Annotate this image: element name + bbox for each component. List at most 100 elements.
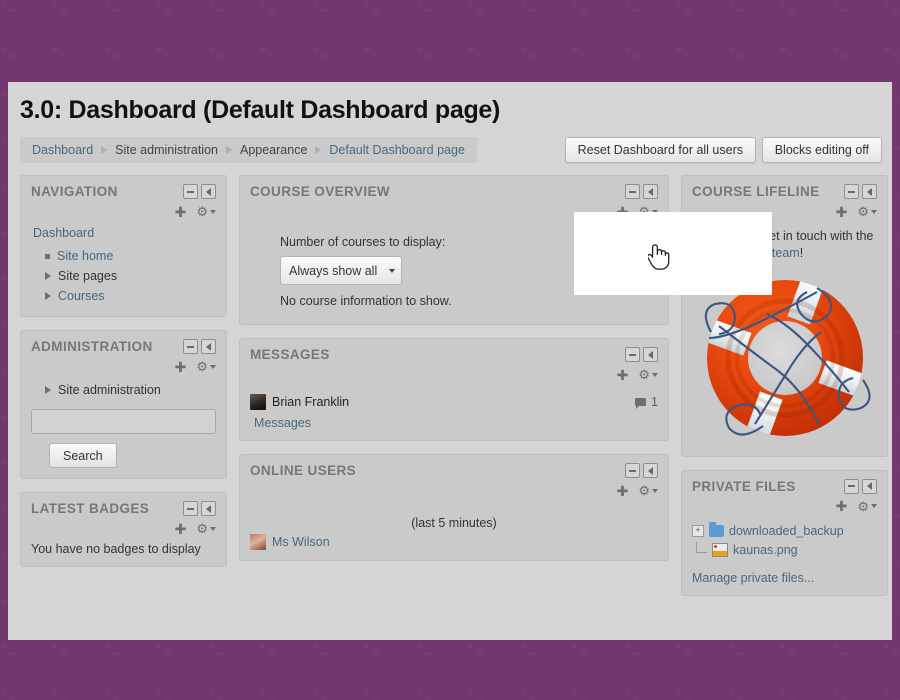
gear-icon: ⚙ xyxy=(638,367,650,382)
online-user-name: Ms Wilson xyxy=(272,535,330,549)
navigation-list: Site home Site pages Courses xyxy=(31,246,216,306)
badges-empty-text: You have no badges to display xyxy=(31,542,201,556)
nav-item-label: Site home xyxy=(57,249,114,263)
move-cross-icon[interactable]: ✚ xyxy=(617,484,629,498)
chevron-down-icon xyxy=(652,488,658,493)
move-cross-icon[interactable]: ✚ xyxy=(175,522,187,536)
gear-menu[interactable]: ⚙ xyxy=(638,484,658,497)
block-title: COURSE OVERVIEW xyxy=(250,184,391,199)
breadcrumb: Dashboard Site administration Appearance… xyxy=(20,137,477,163)
breadcrumb-item-dashboard[interactable]: Dashboard xyxy=(32,143,93,157)
collapse-icon[interactable] xyxy=(183,184,198,199)
manage-private-files-link[interactable]: Manage private files... xyxy=(692,571,877,585)
dock-left-arrow-icon[interactable] xyxy=(862,184,877,199)
block-edit-icons: ✚ ⚙ xyxy=(31,359,216,374)
nav-item-site-home[interactable]: Site home xyxy=(31,246,216,266)
block-body: Brian Franklin 1 Messages xyxy=(250,394,658,430)
move-cross-icon[interactable]: ✚ xyxy=(836,205,848,219)
chevron-down-icon xyxy=(389,268,396,273)
avatar xyxy=(250,534,266,550)
gear-menu[interactable]: ⚙ xyxy=(196,360,216,373)
lifeline-text-after: ! xyxy=(799,245,804,260)
block-header-icons xyxy=(625,347,658,362)
block-latest-badges: LATEST BADGES ✚ ⚙ You have no badges to … xyxy=(20,492,227,567)
move-cross-icon[interactable]: ✚ xyxy=(175,360,187,374)
left-column: NAVIGATION ✚ ⚙ Dashboard Site home Site … xyxy=(20,175,227,580)
block-messages: MESSAGES ✚ ⚙ Brian Franklin 1 Messages xyxy=(239,338,669,441)
block-edit-icons: ✚ ⚙ xyxy=(250,483,658,498)
private-files-file-row[interactable]: kaunas.png xyxy=(692,540,877,560)
dock-left-arrow-icon[interactable] xyxy=(643,184,658,199)
dock-left-arrow-icon[interactable] xyxy=(643,463,658,478)
breadcrumb-separator-icon xyxy=(225,146,232,154)
nav-root-dashboard[interactable]: Dashboard xyxy=(31,224,216,240)
block-header: MESSAGES xyxy=(250,347,658,362)
message-count-value: 1 xyxy=(651,395,658,409)
popup-overlay xyxy=(574,212,772,295)
block-title: ADMINISTRATION xyxy=(31,339,153,354)
block-edit-icons: ✚ ⚙ xyxy=(692,499,877,514)
message-count: 1 xyxy=(635,395,658,409)
block-header: ADMINISTRATION xyxy=(31,339,216,354)
private-files-tree: + downloaded_backup kaunas.png xyxy=(692,521,877,560)
avatar xyxy=(250,394,266,410)
message-row[interactable]: Brian Franklin 1 xyxy=(250,394,658,410)
move-cross-icon[interactable]: ✚ xyxy=(175,205,187,219)
block-header-icons xyxy=(625,184,658,199)
gear-icon: ⚙ xyxy=(196,521,208,536)
select-value: Always show all xyxy=(289,263,378,278)
gear-menu[interactable]: ⚙ xyxy=(857,205,877,218)
block-edit-icons: ✚ ⚙ xyxy=(31,521,216,536)
expand-plus-icon[interactable]: + xyxy=(692,524,704,537)
block-header-icons xyxy=(844,478,877,494)
collapse-icon[interactable] xyxy=(844,184,859,199)
dock-left-arrow-icon[interactable] xyxy=(201,501,216,516)
image-file-icon xyxy=(712,542,728,557)
dock-left-arrow-icon[interactable] xyxy=(201,339,216,354)
expand-triangle-icon xyxy=(45,272,51,280)
dock-left-arrow-icon[interactable] xyxy=(862,478,877,494)
nav-item-site-administration[interactable]: Site administration xyxy=(31,380,216,400)
blocks-editing-toggle-button[interactable]: Blocks editing off xyxy=(761,137,882,163)
gear-icon: ⚙ xyxy=(857,498,869,514)
gear-menu[interactable]: ⚙ xyxy=(196,522,216,535)
gear-menu[interactable]: ⚙ xyxy=(857,500,877,513)
collapse-icon[interactable] xyxy=(625,463,640,478)
breadcrumb-item-default-dashboard-page[interactable]: Default Dashboard page xyxy=(329,143,465,157)
breadcrumb-separator-icon xyxy=(315,146,322,154)
gear-menu[interactable]: ⚙ xyxy=(196,205,216,218)
nav-item-site-pages[interactable]: Site pages xyxy=(31,266,216,286)
collapse-icon[interactable] xyxy=(625,347,640,362)
search-input[interactable] xyxy=(31,409,216,434)
block-edit-icons: ✚ ⚙ xyxy=(250,367,658,382)
collapse-icon[interactable] xyxy=(183,501,198,516)
page-title: 3.0: Dashboard (Default Dashboard page) xyxy=(20,96,501,124)
search-button[interactable]: Search xyxy=(49,443,117,468)
block-header: COURSE LIFELINE xyxy=(692,184,877,199)
reset-dashboard-button[interactable]: Reset Dashboard for all users xyxy=(564,137,756,163)
block-title: PRIVATE FILES xyxy=(692,478,796,494)
gear-icon: ⚙ xyxy=(638,483,650,498)
block-title: MESSAGES xyxy=(250,347,330,362)
lifebuoy-image-wrapper xyxy=(692,270,877,446)
move-cross-icon[interactable]: ✚ xyxy=(836,499,848,513)
collapse-icon[interactable] xyxy=(183,339,198,354)
dock-left-arrow-icon[interactable] xyxy=(643,347,658,362)
messages-link[interactable]: Messages xyxy=(254,416,658,430)
dock-left-arrow-icon[interactable] xyxy=(201,184,216,199)
navigation-bar: Dashboard Site administration Appearance… xyxy=(20,137,882,165)
block-header: PRIVATE FILES xyxy=(692,478,877,494)
courses-to-display-select[interactable]: Always show all xyxy=(280,256,403,285)
nav-item-courses[interactable]: Courses xyxy=(31,286,216,306)
block-title: ONLINE USERS xyxy=(250,463,357,478)
gear-icon: ⚙ xyxy=(196,204,208,219)
chevron-down-icon xyxy=(652,372,658,377)
online-user-row[interactable]: Ms Wilson xyxy=(250,534,658,550)
collapse-icon[interactable] xyxy=(844,478,859,494)
gear-icon: ⚙ xyxy=(857,204,869,219)
move-cross-icon[interactable]: ✚ xyxy=(617,368,629,382)
private-files-folder-row[interactable]: + downloaded_backup xyxy=(692,521,877,540)
gear-menu[interactable]: ⚙ xyxy=(638,368,658,381)
admin-list: Site administration xyxy=(31,380,216,400)
collapse-icon[interactable] xyxy=(625,184,640,199)
